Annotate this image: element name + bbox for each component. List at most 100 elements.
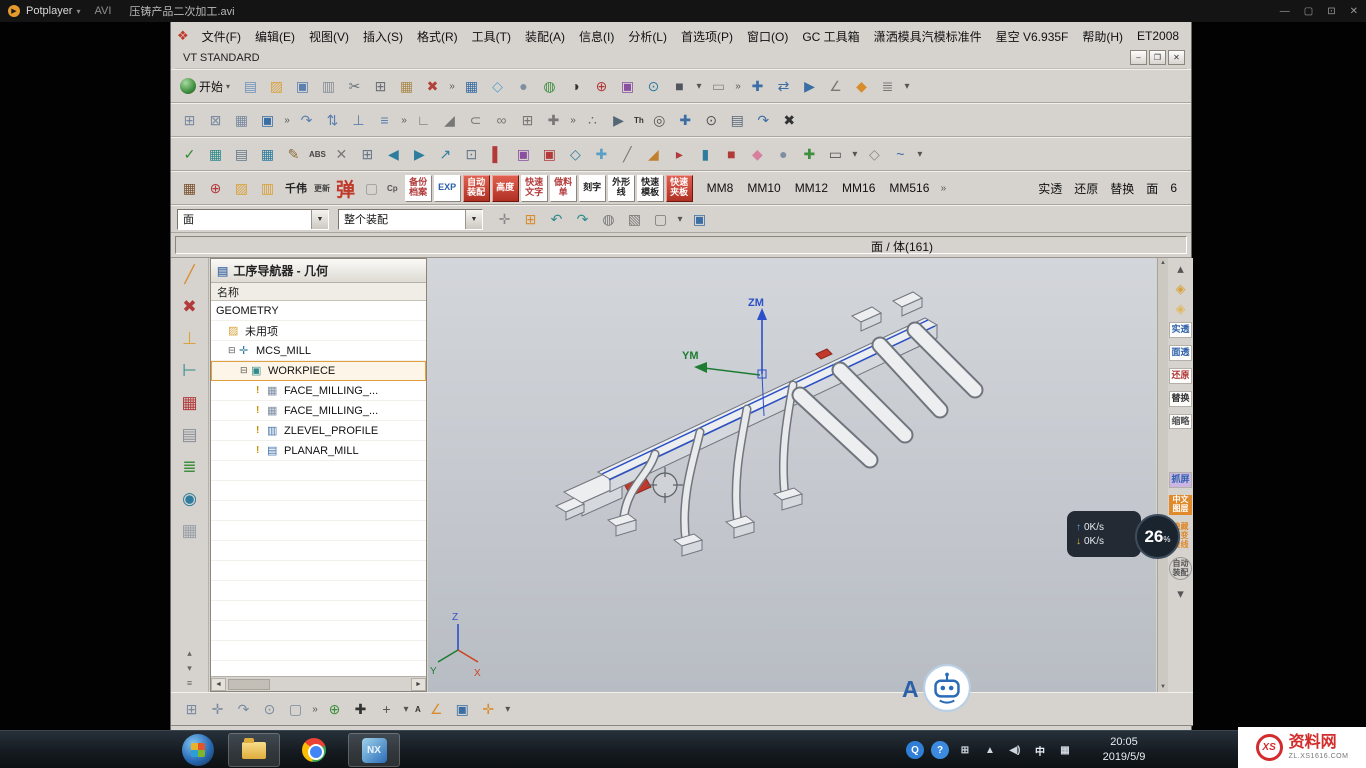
tree-item[interactable]: ▨ 未用项 <box>211 321 426 341</box>
snap-toggle-icon[interactable]: ⊞ <box>179 697 204 722</box>
sphere-icon[interactable]: ● <box>771 142 796 167</box>
refresh-icon[interactable]: ↷ <box>751 108 776 133</box>
robot-icon[interactable] <box>922 663 972 716</box>
assembly-cube-icon[interactable]: ▣ <box>687 207 712 232</box>
distribute-icon[interactable]: ≡ <box>372 108 397 133</box>
mm-size-button[interactable]: MM12 <box>788 181 835 195</box>
strip-scroll-up-icon[interactable]: ▴ <box>187 649 192 658</box>
update-button[interactable]: 更新 <box>312 176 332 201</box>
tree-item[interactable]: ⊟ ▣ WORKPIECE <box>211 361 426 381</box>
background-color-icon[interactable]: ■ <box>667 74 692 99</box>
overflow-chevron-icon[interactable]: » <box>281 108 293 133</box>
join-curve-icon[interactable]: ∞ <box>489 108 514 133</box>
scroll-up-icon[interactable]: ▲ <box>1160 260 1166 266</box>
examine-geometry-icon[interactable]: ✓ <box>177 142 202 167</box>
mm-size-button[interactable]: MM516 <box>882 181 936 195</box>
blue-cube-icon[interactable]: ▣ <box>450 697 475 722</box>
pattern-feature-icon[interactable]: ▦ <box>229 108 254 133</box>
dropdown-caret-icon[interactable]: ▾ <box>914 142 926 167</box>
redo-icon[interactable]: ↷ <box>570 207 595 232</box>
solid-transparent-button[interactable]: 实透 <box>1169 322 1192 338</box>
search-icon[interactable]: ⊙ <box>699 108 724 133</box>
nx-close-button[interactable]: ✕ <box>1168 50 1185 65</box>
paste-icon[interactable]: ▦ <box>394 74 419 99</box>
engrave-button[interactable]: 刻字 <box>579 175 606 202</box>
abs-icon[interactable]: ABS <box>307 142 328 167</box>
sphere-display-icon[interactable]: ◍ <box>596 207 621 232</box>
mold-wizard-icon[interactable]: ▦ <box>177 176 202 201</box>
expand-toggle-icon[interactable]: ⊟ <box>240 365 251 376</box>
play-icon[interactable]: ▶ <box>797 74 822 99</box>
menu-item[interactable]: 格式(R) <box>410 26 465 47</box>
cascade-window-icon[interactable]: ⊡ <box>459 142 484 167</box>
list-icon[interactable]: ≣ <box>875 74 900 99</box>
screen-layout-icon[interactable]: ▦ <box>459 74 484 99</box>
search-tray-icon[interactable]: Q <box>906 741 924 759</box>
material-icon[interactable]: ⊕ <box>589 74 614 99</box>
nx-minimize-button[interactable]: – <box>1130 50 1147 65</box>
six-top-button[interactable]: 6 <box>1164 181 1183 195</box>
plus-tool-icon[interactable]: ✚ <box>348 697 373 722</box>
table-icon[interactable]: ▦ <box>255 142 280 167</box>
new-file-icon[interactable]: ▤ <box>238 74 263 99</box>
cancel-icon[interactable]: ✖ <box>777 108 802 133</box>
menu-item[interactable]: GC 工具箱 <box>795 26 866 47</box>
taskbar-chrome-button[interactable] <box>288 733 340 767</box>
cube-display-icon[interactable]: ▧ <box>622 207 647 232</box>
column-icon[interactable]: ▌ <box>485 142 510 167</box>
hot-runner-icon[interactable]: ⊕ <box>203 176 228 201</box>
library-folder-icon[interactable]: ▥ <box>255 176 280 201</box>
scrollbar-thumb[interactable] <box>228 679 270 690</box>
dropdown-caret-icon[interactable]: ▾ <box>849 142 861 167</box>
point-icon[interactable]: ∴ <box>580 108 605 133</box>
mirror-feature-icon[interactable]: ⊠ <box>203 108 228 133</box>
stack-icon[interactable]: ▤ <box>229 142 254 167</box>
keyboard-icon[interactable]: ▦ <box>1056 741 1074 759</box>
tree-item[interactable]: GEOMETRY <box>211 301 426 321</box>
exp-button[interactable]: EXP <box>434 175 461 202</box>
dropdown-caret-icon[interactable]: ▾ <box>674 207 686 232</box>
red-cube-icon[interactable]: ▣ <box>537 142 562 167</box>
dropdown-caret-icon[interactable]: ▾ <box>502 697 514 722</box>
auto-assembly-button[interactable]: 自动装配 <box>463 175 490 202</box>
strip-scroll-down-icon[interactable]: ▾ <box>187 664 192 673</box>
datum-axis-icon[interactable]: ∠ <box>424 697 449 722</box>
purple-cube-icon[interactable]: ▣ <box>511 142 536 167</box>
move-object-icon[interactable]: ✚ <box>745 74 770 99</box>
fit-view-icon[interactable]: ▢ <box>283 697 308 722</box>
back-arrow-icon[interactable]: ◀ <box>381 142 406 167</box>
plus-icon[interactable]: ✚ <box>797 142 822 167</box>
menu-item[interactable]: 首选项(P) <box>674 26 740 47</box>
scope-combobox[interactable]: 整个装配 ▼ <box>338 209 483 230</box>
huanyuan-top-button[interactable]: 还原 <box>1068 180 1104 197</box>
help-tray-icon[interactable]: ? <box>931 741 949 759</box>
height-button[interactable]: 高度 <box>492 175 519 202</box>
text-tool-icon[interactable]: A <box>413 697 423 722</box>
spin-view-icon[interactable]: ⊙ <box>641 74 666 99</box>
mold-split-icon[interactable]: ✖ <box>182 298 196 315</box>
thread-icon[interactable]: Th <box>632 108 646 133</box>
edge-blend-icon[interactable]: ∟ <box>411 108 436 133</box>
navigator-horizontal-scrollbar[interactable]: ◄ ► <box>211 676 426 691</box>
strip-menu-icon[interactable]: ≡ <box>187 679 192 688</box>
tree-item[interactable]: ! ▥ ZLEVEL_PROFILE <box>211 421 426 441</box>
menu-item[interactable]: 窗口(O) <box>740 26 795 47</box>
section-view-icon[interactable]: ◑ <box>563 74 588 99</box>
replace-button[interactable]: 替换 <box>1169 391 1192 407</box>
swap-icon[interactable]: ⇄ <box>771 74 796 99</box>
dropdown-caret-icon[interactable]: ▾ <box>400 697 412 722</box>
dropdown-caret-icon[interactable]: ▾ <box>901 74 913 99</box>
standard-part-alt-icon[interactable]: ◈ <box>1176 302 1186 315</box>
overflow-chevron-icon[interactable]: » <box>398 108 410 133</box>
copy-feature-icon[interactable]: ⊞ <box>177 108 202 133</box>
menu-item[interactable]: 工具(T) <box>465 26 518 47</box>
pan-view-icon[interactable]: ✛ <box>205 697 230 722</box>
rotate-object-icon[interactable]: ↷ <box>294 108 319 133</box>
standard-part-icon[interactable]: ◈ <box>1176 282 1186 295</box>
auto-assembly-round-button[interactable]: 自动装配 <box>1169 557 1192 580</box>
group-icon[interactable]: ⊞ <box>515 108 540 133</box>
add-component-icon[interactable]: ✚ <box>673 108 698 133</box>
menu-item[interactable]: 信息(I) <box>572 26 621 47</box>
shitou-top-button[interactable]: 实透 <box>1032 180 1068 197</box>
panel-scroll-down-icon[interactable]: ▾ <box>1177 587 1184 600</box>
